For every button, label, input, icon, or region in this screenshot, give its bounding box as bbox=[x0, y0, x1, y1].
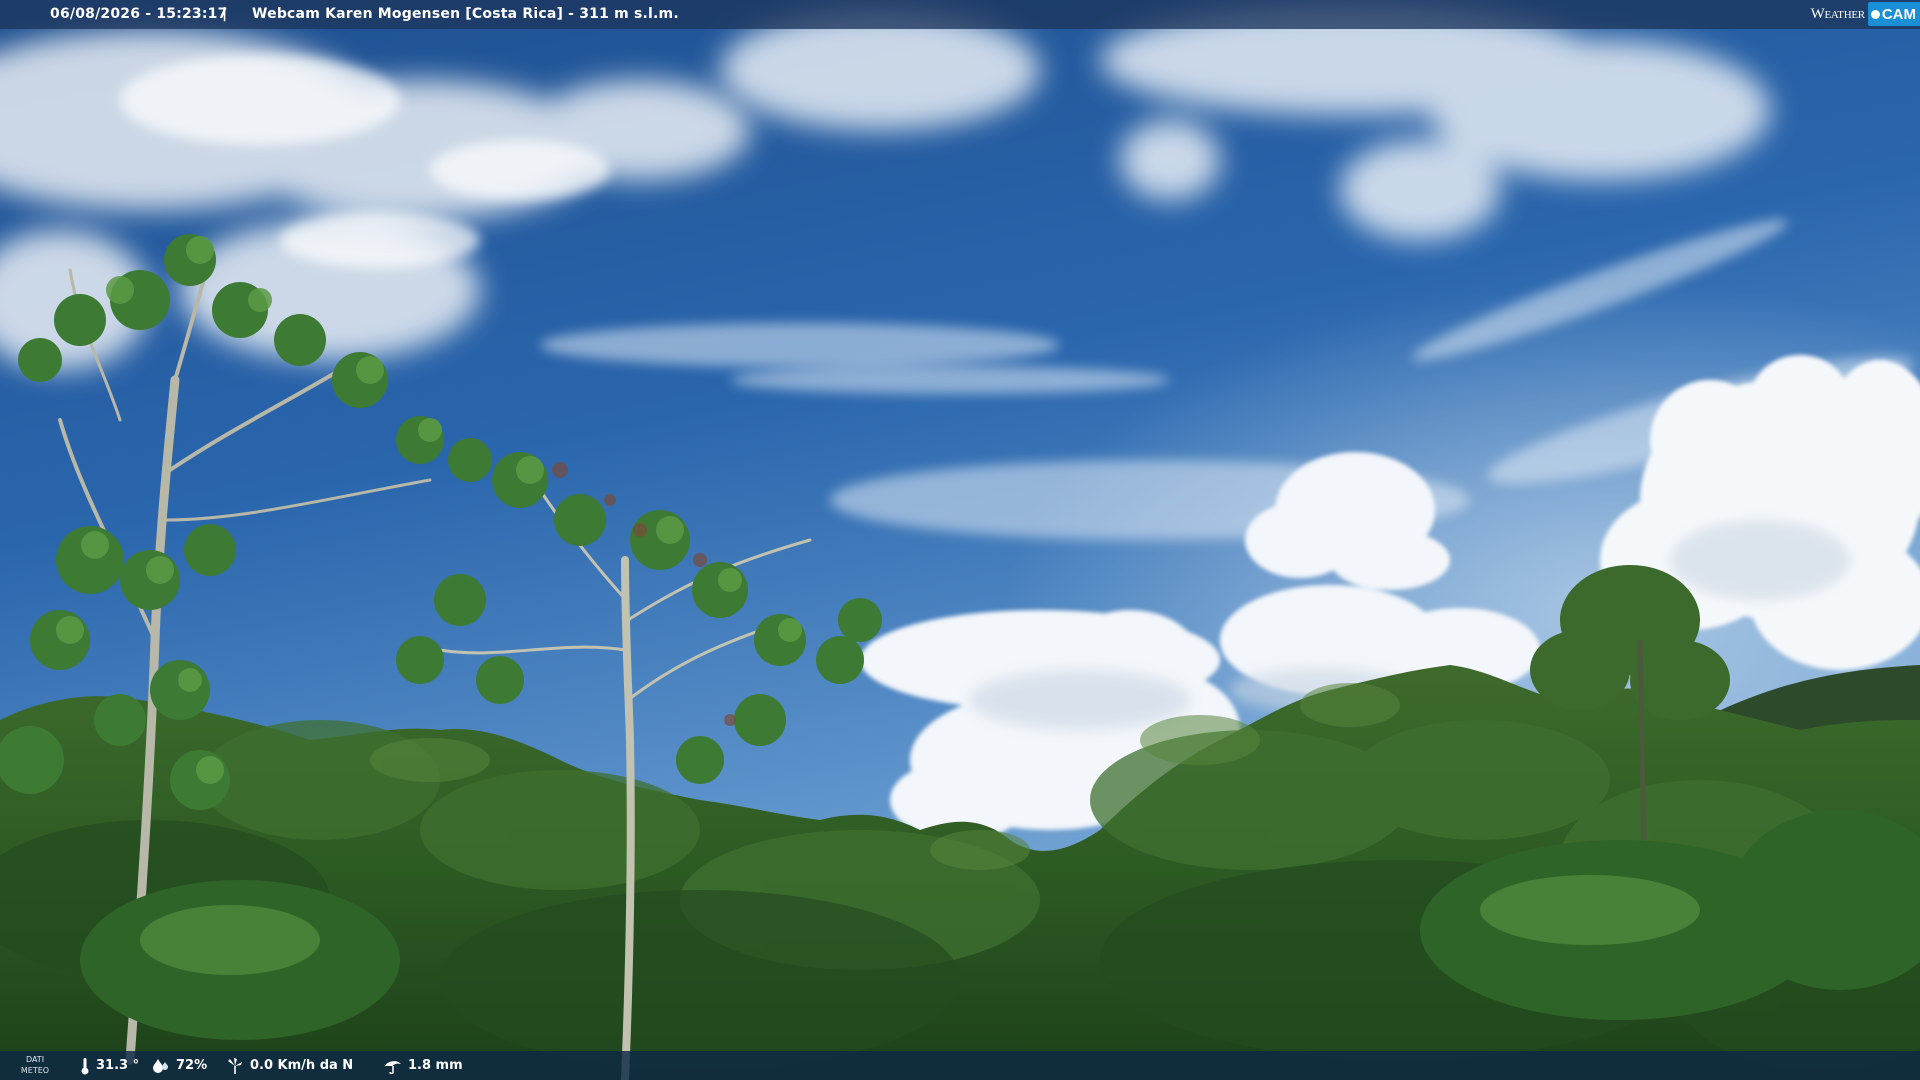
thermometer-icon bbox=[81, 1057, 89, 1074]
rain-reading: 1.8 mm bbox=[384, 1051, 463, 1080]
webcam-image bbox=[0, 0, 1920, 1080]
webcam-title: Webcam Karen Mogensen [Costa Rica] - 311… bbox=[252, 6, 679, 22]
wind-icon bbox=[228, 1057, 242, 1074]
rain-value: 1.8 mm bbox=[408, 1058, 463, 1073]
temperature-value: 31.3 ° bbox=[96, 1058, 140, 1073]
top-info-bar: 06/08/2026 - 15:23:17 | Webcam Karen Mog… bbox=[0, 0, 1920, 29]
rain-icon bbox=[385, 1060, 401, 1074]
humidity-icon bbox=[153, 1058, 168, 1073]
logo-cam-text: CAM bbox=[1881, 5, 1916, 23]
logo-cam-box: CAM bbox=[1867, 2, 1920, 26]
humidity-value: 72% bbox=[176, 1058, 208, 1073]
timestamp: 06/08/2026 - 15:23:17 bbox=[50, 6, 228, 22]
humidity-reading: 72% bbox=[152, 1051, 207, 1080]
weather-data-bar: DATI METEO 31.3 ° 72% 0.0 Km/h da N 1.8 … bbox=[0, 1051, 1920, 1080]
wind-value: 0.0 Km/h da N bbox=[250, 1058, 354, 1073]
logo-weather-text: Weather bbox=[1810, 5, 1866, 22]
wind-reading: 0.0 Km/h da N bbox=[226, 1051, 353, 1080]
weather-data-label-line2: METEO bbox=[20, 1066, 50, 1075]
weather-data-label-line1: DATI bbox=[25, 1055, 45, 1064]
temperature-reading: 31.3 ° bbox=[80, 1051, 139, 1080]
header-separator: | bbox=[222, 6, 228, 22]
weathercam-logo: Weather CAM bbox=[1811, 2, 1920, 26]
weather-data-label: DATI METEO bbox=[14, 1054, 56, 1076]
webcam-frame: 06/08/2026 - 15:23:17 | Webcam Karen Mog… bbox=[0, 0, 1920, 1080]
logo-dot-icon bbox=[1870, 9, 1880, 19]
